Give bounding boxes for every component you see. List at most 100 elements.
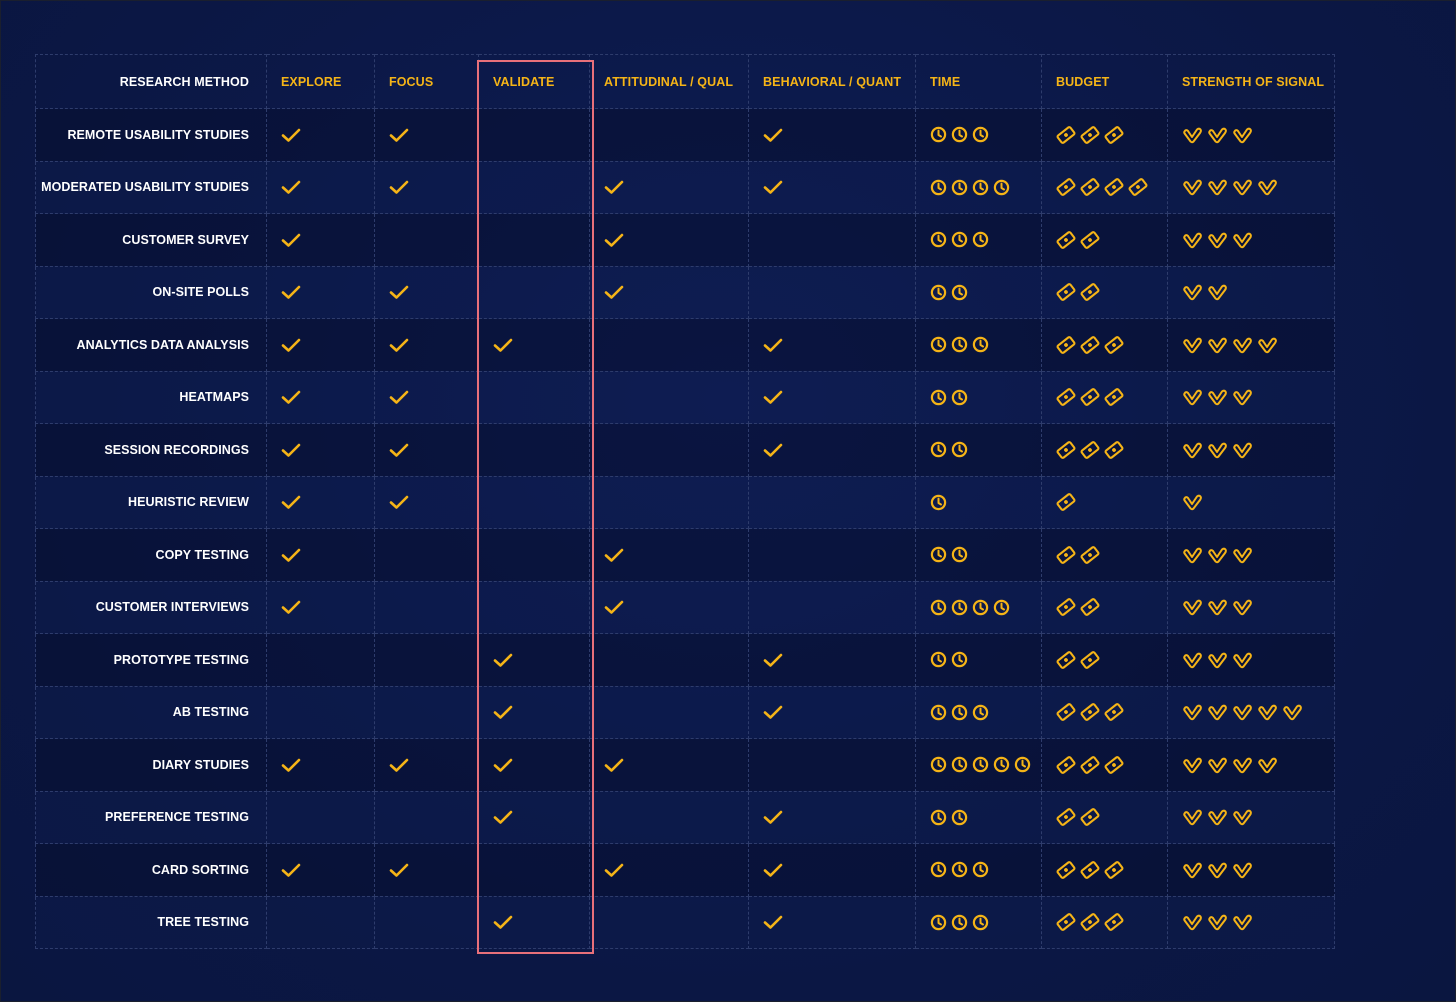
cell-behavioral — [748, 580, 916, 634]
budget-rating — [1056, 545, 1167, 564]
cell-time — [915, 475, 1042, 529]
check-icon — [604, 758, 624, 772]
money-icon — [1056, 230, 1076, 249]
money-icon — [1080, 808, 1100, 827]
check-icon — [281, 863, 301, 877]
cell-behavioral — [748, 318, 916, 372]
clock-icon — [951, 862, 968, 878]
cell-explore — [266, 423, 375, 477]
cell-explore — [266, 738, 375, 792]
check-icon — [389, 863, 409, 877]
clock-icon — [993, 599, 1010, 615]
cell-explore — [266, 265, 375, 319]
cell-time — [915, 895, 1042, 949]
cell-signal — [1167, 633, 1335, 687]
signal-rating — [1182, 336, 1334, 354]
research-method-name: MODERATED USABILITY STUDIES — [35, 160, 267, 214]
signal-check-icon — [1233, 389, 1252, 406]
cell-attitudinal — [589, 265, 749, 319]
research-method-name: REMOTE USABILITY STUDIES — [35, 108, 267, 162]
clock-icon — [930, 652, 947, 668]
money-icon — [1056, 125, 1076, 144]
clock-icon — [930, 337, 947, 353]
clock-icon — [972, 127, 989, 143]
cell-explore — [266, 370, 375, 424]
clock-icon — [930, 547, 947, 563]
cell-focus — [374, 213, 479, 267]
signal-rating — [1182, 808, 1334, 826]
cell-budget — [1041, 160, 1168, 214]
clock-icon — [972, 337, 989, 353]
budget-rating — [1056, 230, 1167, 249]
clock-icon — [930, 599, 947, 615]
check-icon — [763, 653, 783, 667]
check-icon — [604, 548, 624, 562]
header-behavioral-quant: BEHAVIORAL / QUANT — [748, 54, 916, 109]
signal-check-icon — [1233, 547, 1252, 563]
cell-behavioral — [748, 685, 916, 739]
table-row: SESSION RECORDINGS — [35, 423, 1335, 477]
cell-budget — [1041, 895, 1168, 949]
cell-attitudinal — [589, 580, 749, 634]
signal-check-icon — [1183, 757, 1202, 773]
check-icon — [281, 548, 301, 562]
signal-rating — [1182, 651, 1334, 669]
clock-icon — [930, 862, 947, 878]
table-row: REMOTE USABILITY STUDIES — [35, 108, 1335, 162]
signal-check-icon — [1208, 809, 1227, 826]
clock-icon — [951, 704, 968, 720]
cell-focus — [374, 475, 479, 529]
clock-icon — [930, 914, 947, 930]
cell-signal — [1167, 160, 1335, 214]
cell-validate — [478, 160, 590, 214]
check-icon — [281, 233, 301, 247]
time-rating — [930, 284, 1041, 301]
money-icon — [1056, 178, 1076, 197]
cell-attitudinal — [589, 318, 749, 372]
signal-check-icon — [1208, 284, 1227, 301]
budget-rating — [1056, 125, 1167, 144]
signal-check-icon — [1183, 389, 1202, 406]
budget-rating — [1056, 283, 1167, 302]
cell-time — [915, 160, 1042, 214]
cell-budget — [1041, 843, 1168, 897]
clock-icon — [951, 914, 968, 930]
cell-behavioral — [748, 213, 916, 267]
cell-validate — [478, 108, 590, 162]
signal-check-icon — [1183, 862, 1202, 878]
time-rating — [930, 546, 1041, 563]
clock-icon — [972, 704, 989, 720]
check-icon — [281, 285, 301, 299]
signal-rating — [1182, 441, 1334, 459]
clock-icon — [951, 232, 968, 248]
cell-explore — [266, 633, 375, 687]
signal-check-icon — [1183, 127, 1202, 143]
time-rating — [930, 389, 1041, 406]
table-row: DIARY STUDIES — [35, 738, 1335, 792]
check-icon — [493, 653, 513, 667]
money-icon — [1056, 913, 1076, 932]
signal-check-icon — [1233, 127, 1252, 143]
cell-focus — [374, 265, 479, 319]
money-icon — [1056, 650, 1076, 669]
signal-check-icon — [1258, 179, 1277, 196]
money-icon — [1080, 545, 1100, 564]
check-icon — [763, 390, 783, 404]
signal-check-icon — [1183, 547, 1202, 563]
check-icon — [389, 128, 409, 142]
research-method-name: CUSTOMER SURVEY — [35, 213, 267, 267]
cell-validate — [478, 213, 590, 267]
research-method-name: DIARY STUDIES — [35, 738, 267, 792]
cell-signal — [1167, 265, 1335, 319]
header-focus: FOCUS — [374, 54, 479, 109]
cell-budget — [1041, 790, 1168, 844]
signal-check-icon — [1183, 914, 1202, 931]
time-rating — [930, 599, 1041, 616]
cell-validate — [478, 265, 590, 319]
signal-check-icon — [1208, 232, 1227, 248]
cell-attitudinal — [589, 423, 749, 477]
clock-icon — [951, 284, 968, 300]
signal-check-icon — [1208, 127, 1227, 143]
cell-explore — [266, 685, 375, 739]
clock-icon — [930, 127, 947, 143]
